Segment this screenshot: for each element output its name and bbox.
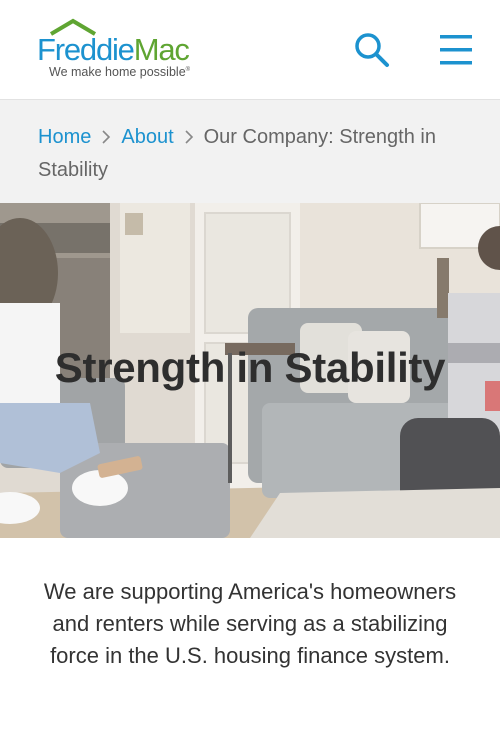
- logo-tagline-text: We make home possible: [49, 65, 186, 79]
- intro-text: We are supporting America's homeowners a…: [43, 579, 457, 668]
- logo-name-part2: Mac: [133, 32, 190, 67]
- intro-section: We are supporting America's homeowners a…: [0, 538, 500, 672]
- logo-wordmark: FreddieMac: [37, 32, 190, 68]
- search-button[interactable]: [352, 30, 392, 70]
- breadcrumb-home-link[interactable]: Home: [38, 126, 91, 148]
- logo-tagline: We make home possible®: [49, 65, 190, 79]
- breadcrumb-separator: [91, 124, 121, 157]
- breadcrumb: Home About Our Company: Strength in Stabil…: [0, 100, 500, 203]
- breadcrumb-about-link[interactable]: About: [121, 126, 173, 148]
- chevron-right-icon: [185, 130, 193, 144]
- logo-name-part1: Freddie: [37, 32, 135, 67]
- hero-title: Strength in Stability: [54, 344, 446, 391]
- registered-mark: ®: [185, 66, 191, 73]
- menu-button[interactable]: [436, 30, 476, 70]
- hamburger-menu-icon: [440, 35, 472, 65]
- breadcrumb-separator: [174, 124, 204, 157]
- site-header: FreddieMac We make home possible®: [0, 0, 500, 100]
- search-icon: [355, 33, 389, 67]
- freddie-mac-logo[interactable]: FreddieMac We make home possible®: [37, 18, 212, 82]
- chevron-right-icon: [102, 130, 111, 144]
- hero-banner: Strength in Stability: [0, 203, 500, 538]
